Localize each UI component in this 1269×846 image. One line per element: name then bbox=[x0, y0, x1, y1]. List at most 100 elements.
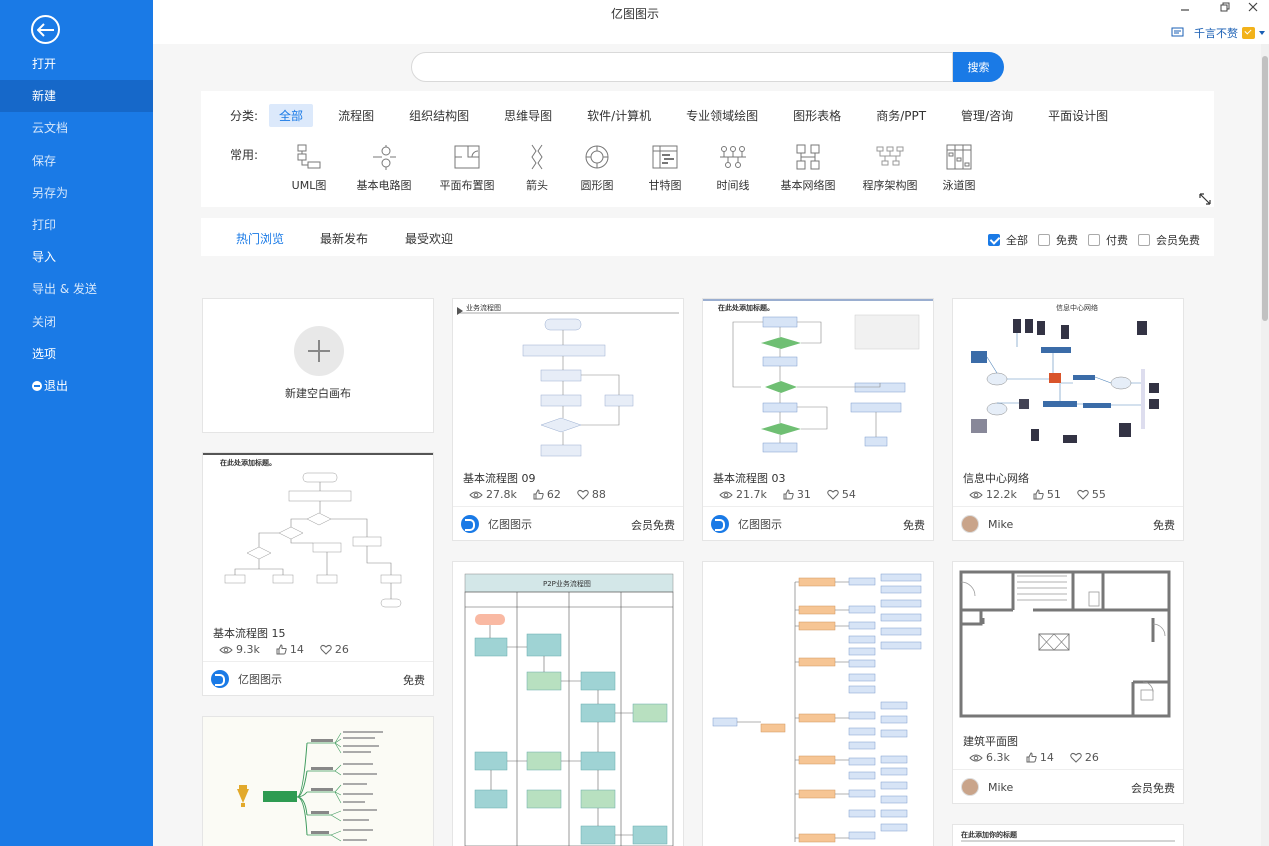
sidebar-item-save[interactable]: 保存 bbox=[0, 145, 153, 177]
common-item-timeline[interactable]: 时间线 bbox=[710, 143, 756, 193]
template-card[interactable]: 在此处添加标题。 基本流程图 03 21.7k 31 54 亿图图示 免费 bbox=[702, 298, 934, 541]
sidebar-item-export[interactable]: 导出 & 发送 bbox=[0, 273, 153, 305]
sidebar: 打开 新建 云文档 保存 另存为 打印 导入 导出 & 发送 关闭 选项 退出 bbox=[0, 0, 153, 846]
card-divider bbox=[703, 506, 933, 507]
template-thumbnail: P2P业务流程图 bbox=[453, 562, 683, 846]
sidebar-item-close[interactable]: 关闭 bbox=[0, 306, 153, 338]
expand-icon[interactable] bbox=[1199, 193, 1211, 205]
template-thumbnail bbox=[703, 562, 933, 846]
restore-icon[interactable] bbox=[1218, 2, 1232, 15]
back-arrow-icon[interactable] bbox=[31, 15, 60, 44]
card-stats: 12.2k 51 55 bbox=[969, 488, 1122, 501]
common-item-uml[interactable]: UML图 bbox=[286, 143, 332, 193]
architecture-icon bbox=[876, 146, 904, 166]
card-author[interactable]: 亿图图示 bbox=[211, 670, 282, 688]
template-card[interactable]: 建筑平面图 6.3k 14 26 Mike 会员免费 bbox=[952, 561, 1184, 804]
scrollbar-thumb[interactable] bbox=[1262, 56, 1268, 321]
template-thumbnail bbox=[203, 717, 433, 846]
category-graphic-table[interactable]: 图形表格 bbox=[793, 104, 841, 127]
filter-paid-checkbox[interactable] bbox=[1088, 234, 1100, 246]
common-item-gantt[interactable]: 甘特图 bbox=[642, 143, 688, 193]
scrollbar[interactable] bbox=[1261, 44, 1269, 846]
common-item-architecture[interactable]: 程序架构图 bbox=[860, 143, 920, 193]
card-author[interactable]: 亿图图示 bbox=[711, 515, 782, 533]
category-flowchart[interactable]: 流程图 bbox=[338, 104, 374, 127]
tab-latest[interactable]: 最新发布 bbox=[320, 230, 368, 247]
sidebar-item-new[interactable]: 新建 bbox=[0, 80, 153, 113]
category-software[interactable]: 软件/计算机 bbox=[587, 104, 651, 127]
sidebar-item-cloud[interactable]: 云文档 bbox=[0, 112, 153, 144]
sidebar-item-exit-label: 退出 bbox=[44, 378, 69, 393]
sidebar-item-open[interactable]: 打开 bbox=[0, 48, 153, 80]
sidebar-item-print[interactable]: 打印 bbox=[0, 209, 153, 241]
common-item-circuit[interactable]: 基本电路图 bbox=[354, 143, 414, 193]
category-management[interactable]: 管理/咨询 bbox=[961, 104, 1013, 127]
search-button[interactable]: 搜索 bbox=[953, 52, 1004, 82]
category-business-ppt[interactable]: 商务/PPT bbox=[876, 104, 926, 127]
likes-count: 31 bbox=[796, 488, 811, 501]
gantt-icon bbox=[652, 145, 678, 169]
sidebar-item-exit[interactable]: 退出 bbox=[0, 370, 153, 402]
avatar bbox=[961, 515, 979, 533]
template-card[interactable]: 在此处添加标题。 基本流程图 15 9.3k 14 26 亿图图示 免费 bbox=[202, 452, 434, 696]
filter-free-checkbox[interactable] bbox=[1038, 234, 1050, 246]
user-area[interactable]: 千言不赘 bbox=[1171, 25, 1265, 41]
vip-badge-icon bbox=[1242, 27, 1255, 39]
swimlane-icon bbox=[946, 144, 972, 170]
title-bar: 亿图图示 千言不赘 bbox=[153, 0, 1269, 44]
sidebar-item-options[interactable]: 选项 bbox=[0, 338, 153, 370]
minimize-icon[interactable] bbox=[1178, 2, 1192, 15]
category-mindmap[interactable]: 思维导图 bbox=[504, 104, 552, 127]
views-count: 12.2k bbox=[986, 488, 1017, 501]
author-name: 亿图图示 bbox=[238, 673, 282, 686]
message-icon[interactable] bbox=[1171, 27, 1185, 39]
card-divider bbox=[953, 769, 1183, 770]
thumbs-up-icon bbox=[533, 489, 544, 500]
template-thumbnail: 业务流程图 bbox=[453, 299, 683, 459]
card-author[interactable]: 亿图图示 bbox=[461, 515, 532, 533]
new-blank-canvas-card[interactable]: 新建空白画布 bbox=[202, 298, 434, 433]
template-thumbnail: 在此处添加标题。 bbox=[703, 299, 933, 459]
filter-vip-free-checkbox[interactable] bbox=[1138, 234, 1150, 246]
category-panel: 分类: 全部 流程图 组织结构图 思维导图 软件/计算机 专业领域绘图 图形表格… bbox=[201, 91, 1214, 207]
close-icon[interactable] bbox=[1246, 2, 1260, 15]
app-title: 亿图图示 bbox=[610, 7, 659, 21]
filter-all-checkbox[interactable] bbox=[988, 234, 1000, 246]
tab-popular[interactable]: 最受欢迎 bbox=[405, 230, 453, 247]
template-card[interactable]: 在此添加你的标题 bbox=[952, 824, 1184, 846]
category-professional[interactable]: 专业领域绘图 bbox=[686, 104, 758, 127]
sidebar-item-save-as[interactable]: 另存为 bbox=[0, 177, 153, 209]
category-label: 分类: bbox=[230, 108, 259, 123]
common-item-arrow[interactable]: 箭头 bbox=[522, 143, 552, 193]
template-card[interactable]: P2P业务流程图 bbox=[452, 561, 684, 846]
card-divider bbox=[953, 506, 1183, 507]
edraw-logo-icon bbox=[211, 670, 229, 688]
card-stats: 27.8k 62 88 bbox=[469, 488, 622, 501]
category-org-chart[interactable]: 组织结构图 bbox=[409, 104, 469, 127]
template-card[interactable] bbox=[202, 716, 434, 846]
common-item-network[interactable]: 基本网络图 bbox=[778, 143, 838, 193]
common-item-swimlane[interactable]: 泳道图 bbox=[942, 143, 976, 193]
template-card[interactable]: 业务流程图 基本流程图 09 27.8k 62 88 亿图图示 会员免费 bbox=[452, 298, 684, 541]
thumb-title: P2P业务流程图 bbox=[543, 579, 591, 588]
card-author[interactable]: Mike bbox=[961, 515, 1013, 533]
filter-vip-free-label: 会员免费 bbox=[1156, 234, 1200, 247]
views-count: 21.7k bbox=[736, 488, 767, 501]
common-item-label: 基本电路图 bbox=[356, 179, 412, 192]
card-author[interactable]: Mike bbox=[961, 778, 1013, 796]
template-card[interactable] bbox=[702, 561, 934, 846]
category-graphic-design[interactable]: 平面设计图 bbox=[1048, 104, 1108, 127]
thumbs-up-icon bbox=[1026, 752, 1037, 763]
sidebar-item-import[interactable]: 导入 bbox=[0, 241, 153, 273]
chevron-down-icon[interactable] bbox=[1259, 31, 1265, 35]
floor-plan-icon bbox=[454, 145, 480, 169]
avatar bbox=[961, 778, 979, 796]
common-item-circle[interactable]: 圆形图 bbox=[574, 143, 620, 193]
tab-hot[interactable]: 热门浏览 bbox=[236, 230, 284, 247]
template-card[interactable]: 信息中心网络 信息中心网络 12.2k 51 55 Mike 免费 bbox=[952, 298, 1184, 541]
common-item-floor-plan[interactable]: 平面布置图 bbox=[434, 143, 500, 193]
heart-icon bbox=[1077, 489, 1089, 500]
category-all[interactable]: 全部 bbox=[269, 103, 314, 127]
user-name[interactable]: 千言不赘 bbox=[1194, 25, 1238, 41]
search-input[interactable] bbox=[411, 52, 953, 82]
